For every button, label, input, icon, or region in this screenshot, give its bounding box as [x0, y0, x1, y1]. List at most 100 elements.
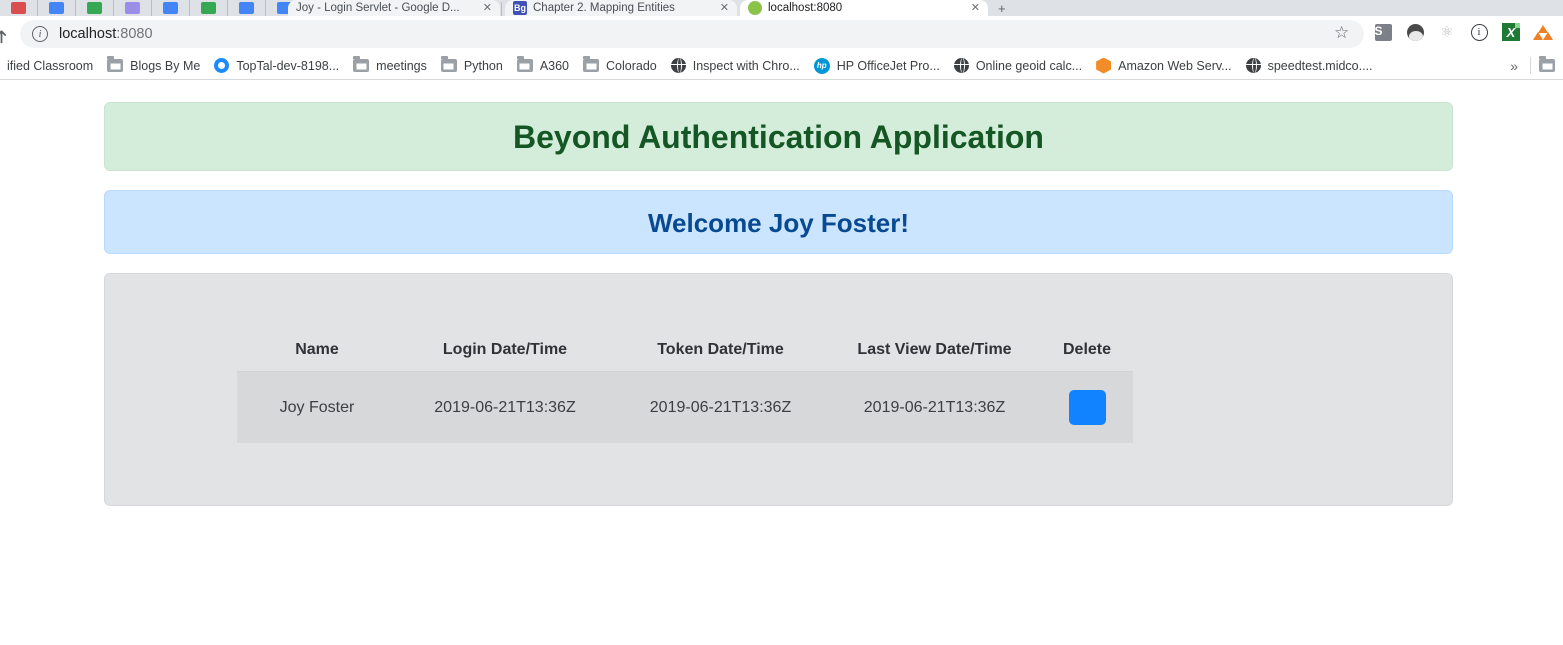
tab-mapping-entities[interactable]: Bg Chapter 2. Mapping Entities ✕	[505, 0, 737, 16]
content-container: Beyond Authentication Application Welcom…	[104, 102, 1453, 506]
bookmark-blogs-by-me-label: Blogs By Me	[130, 59, 200, 73]
sessions-table: Name Login Date/Time Token Date/Time Las…	[237, 329, 1133, 443]
aws-icon	[1096, 58, 1111, 74]
tab-localhost-close-icon[interactable]: ✕	[963, 0, 980, 16]
bookmark-unified-classroom-label: ified Classroom	[7, 59, 93, 73]
pinned-tab-2[interactable]	[38, 0, 76, 16]
tab-separator-1	[501, 2, 502, 16]
bookmark-star-icon[interactable]: ☆	[1334, 23, 1349, 43]
page-content: Beyond Authentication Application Welcom…	[0, 80, 1563, 645]
bookmark-toptal-dev[interactable]: TopTal-dev-8198...	[207, 55, 346, 77]
pinned-tab-7[interactable]	[228, 0, 266, 16]
pinned-tab-1-favicon	[11, 2, 26, 14]
extension-s-badge[interactable]: S	[1372, 21, 1394, 43]
pinned-tab-3-favicon	[87, 2, 102, 14]
ring-icon	[214, 58, 229, 73]
extension-info-icon[interactable]: i	[1468, 21, 1490, 43]
url-text: localhost:8080	[59, 26, 153, 42]
sessions-table-head: Name Login Date/Time Token Date/Time Las…	[237, 329, 1133, 372]
bookmark-inspect-with-chrome[interactable]: Inspect with Chro...	[664, 55, 807, 77]
book-icon: Bg	[513, 1, 527, 15]
pinned-tab-4[interactable]	[114, 0, 152, 16]
tab-mapping-entities-title: Chapter 2. Mapping Entities	[533, 0, 675, 16]
folder-icon	[583, 59, 599, 72]
bookmark-speedtest-midco[interactable]: speedtest.midco....	[1239, 55, 1380, 77]
pinned-tab-2-favicon	[49, 2, 64, 14]
table-header-row: Name Login Date/Time Token Date/Time Las…	[237, 329, 1133, 372]
bookmark-online-geoid-calc[interactable]: Online geoid calc...	[947, 55, 1089, 77]
page-title: Beyond Authentication Application	[104, 102, 1453, 171]
bookmark-inspect-with-chrome-label: Inspect with Chro...	[693, 59, 800, 73]
pinned-tab-5-favicon	[163, 2, 178, 14]
delete-button[interactable]	[1069, 390, 1106, 425]
pinned-tab-6[interactable]	[190, 0, 228, 16]
tab-strip: Joy - Login Servlet - Google D... ✕ Bg C…	[0, 0, 1563, 16]
bookmark-a360[interactable]: A360	[510, 55, 576, 77]
bookmark-amazon-web-services[interactable]: Amazon Web Serv...	[1089, 55, 1238, 77]
bookmark-toptal-dev-label: TopTal-dev-8198...	[236, 59, 339, 73]
triangles-icon	[1533, 23, 1553, 41]
bookmark-speedtest-midco-label: speedtest.midco....	[1268, 59, 1373, 73]
other-bookmarks-button[interactable]	[1531, 59, 1563, 72]
bookmark-python[interactable]: Python	[434, 55, 510, 77]
folder-icon	[1539, 59, 1555, 72]
pinned-tab-1[interactable]	[0, 0, 38, 16]
bookmark-meetings[interactable]: meetings	[346, 55, 434, 77]
site-info-icon[interactable]: i	[32, 26, 48, 42]
bookmark-unified-classroom[interactable]: ified Classroom	[0, 55, 100, 77]
new-tab-button[interactable]: +	[998, 2, 1006, 15]
extensions-group: S ⚛ i X	[1372, 21, 1554, 43]
browser-window: Joy - Login Servlet - Google D... ✕ Bg C…	[0, 0, 1563, 645]
extension-info-icon-label: i	[1471, 24, 1488, 41]
column-header-name: Name	[237, 329, 397, 372]
extension-excel-icon[interactable]: X	[1500, 21, 1522, 43]
sessions-table-body: Joy Foster 2019-06-21T13:36Z 2019-06-21T…	[237, 372, 1133, 444]
bookmarks-overflow-button[interactable]: »	[1498, 58, 1530, 74]
url-port: :8080	[116, 26, 152, 42]
leaf-icon	[748, 1, 762, 15]
bookmark-hp-officejet[interactable]: hp HP OfficeJet Pro...	[807, 55, 947, 77]
hp-icon: hp	[814, 58, 830, 74]
sessions-panel: Name Login Date/Time Token Date/Time Las…	[104, 273, 1453, 506]
bookmark-amazon-web-services-label: Amazon Web Serv...	[1118, 59, 1231, 73]
extension-excel-icon-label: X	[1502, 23, 1520, 41]
folder-icon	[441, 59, 457, 72]
globe-icon	[954, 58, 969, 73]
tab-mapping-entities-close-icon[interactable]: ✕	[712, 0, 729, 16]
cell-delete	[1041, 372, 1133, 444]
browser-toolbar: i localhost:8080 ☆ S ⚛ i X	[0, 16, 1563, 52]
column-header-token-datetime: Token Date/Time	[613, 329, 828, 372]
pinned-tab-4-favicon	[125, 2, 140, 14]
bookmark-python-label: Python	[464, 59, 503, 73]
bookmark-a360-label: A360	[540, 59, 569, 73]
bookmark-online-geoid-calc-label: Online geoid calc...	[976, 59, 1082, 73]
bookmark-hp-officejet-label: HP OfficeJet Pro...	[837, 59, 940, 73]
globe-icon	[1246, 58, 1261, 73]
column-header-login-datetime: Login Date/Time	[397, 329, 613, 372]
tab-login-servlet-title: Joy - Login Servlet - Google D...	[296, 0, 460, 16]
tab-login-servlet[interactable]: Joy - Login Servlet - Google D... ✕	[288, 0, 500, 16]
cell-last-view-datetime: 2019-06-21T13:36Z	[828, 372, 1041, 444]
bookmark-colorado[interactable]: Colorado	[576, 55, 664, 77]
tab-localhost[interactable]: localhost:8080 ✕	[740, 0, 988, 16]
welcome-banner: Welcome Joy Foster!	[104, 190, 1453, 254]
cell-name: Joy Foster	[237, 372, 397, 444]
address-bar[interactable]: i localhost:8080	[20, 20, 1364, 48]
pinned-tab-7-favicon	[239, 2, 254, 14]
extension-s-badge-label: S	[1375, 24, 1392, 41]
extension-react-icon[interactable]: ⚛	[1436, 21, 1458, 43]
reload-icon[interactable]	[0, 24, 18, 46]
extension-triangles-icon[interactable]	[1532, 21, 1554, 43]
pinned-tabs-group	[0, 0, 304, 16]
table-row: Joy Foster 2019-06-21T13:36Z 2019-06-21T…	[237, 372, 1133, 444]
cell-token-datetime: 2019-06-21T13:36Z	[613, 372, 828, 444]
pinned-tab-6-favicon	[201, 2, 216, 14]
globe-icon	[671, 58, 686, 73]
extension-moon-icon[interactable]	[1404, 21, 1426, 43]
moon-icon	[1407, 24, 1424, 41]
tab-login-servlet-close-icon[interactable]: ✕	[475, 0, 492, 16]
column-header-last-view-datetime: Last View Date/Time	[828, 329, 1041, 372]
pinned-tab-5[interactable]	[152, 0, 190, 16]
pinned-tab-3[interactable]	[76, 0, 114, 16]
bookmark-blogs-by-me[interactable]: Blogs By Me	[100, 55, 207, 77]
